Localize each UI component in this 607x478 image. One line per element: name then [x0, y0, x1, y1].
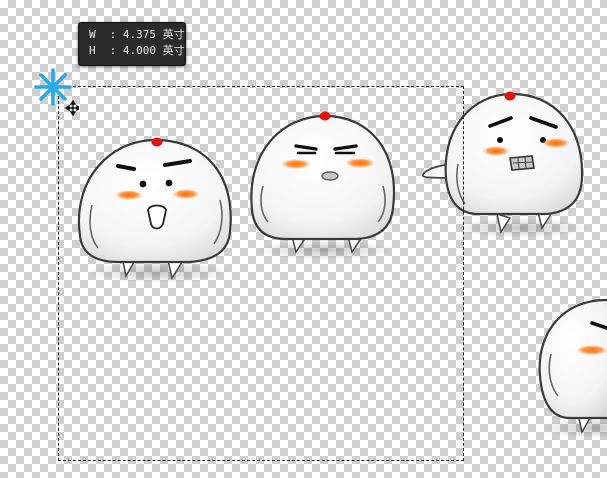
width-unit: 英寸	[162, 28, 185, 41]
height-value: 4.000	[122, 44, 156, 57]
transform-size-tooltip: W : 4.375 英寸 H : 4.000 英寸	[78, 22, 186, 66]
height-unit: 英寸	[162, 44, 185, 57]
width-value: 4.375	[122, 28, 156, 41]
bun-character-partial	[538, 298, 607, 438]
height-label: H	[89, 44, 96, 57]
width-label: W	[89, 28, 96, 41]
width-readout: W : 4.375 英寸	[89, 27, 185, 43]
width-separator: :	[109, 28, 117, 41]
move-arrows-icon	[64, 99, 79, 116]
asterisk-brush-cursor-icon	[34, 68, 79, 116]
selection-marquee[interactable]	[58, 86, 464, 461]
height-separator: :	[109, 44, 117, 57]
height-readout: H : 4.000 英寸	[89, 43, 185, 59]
